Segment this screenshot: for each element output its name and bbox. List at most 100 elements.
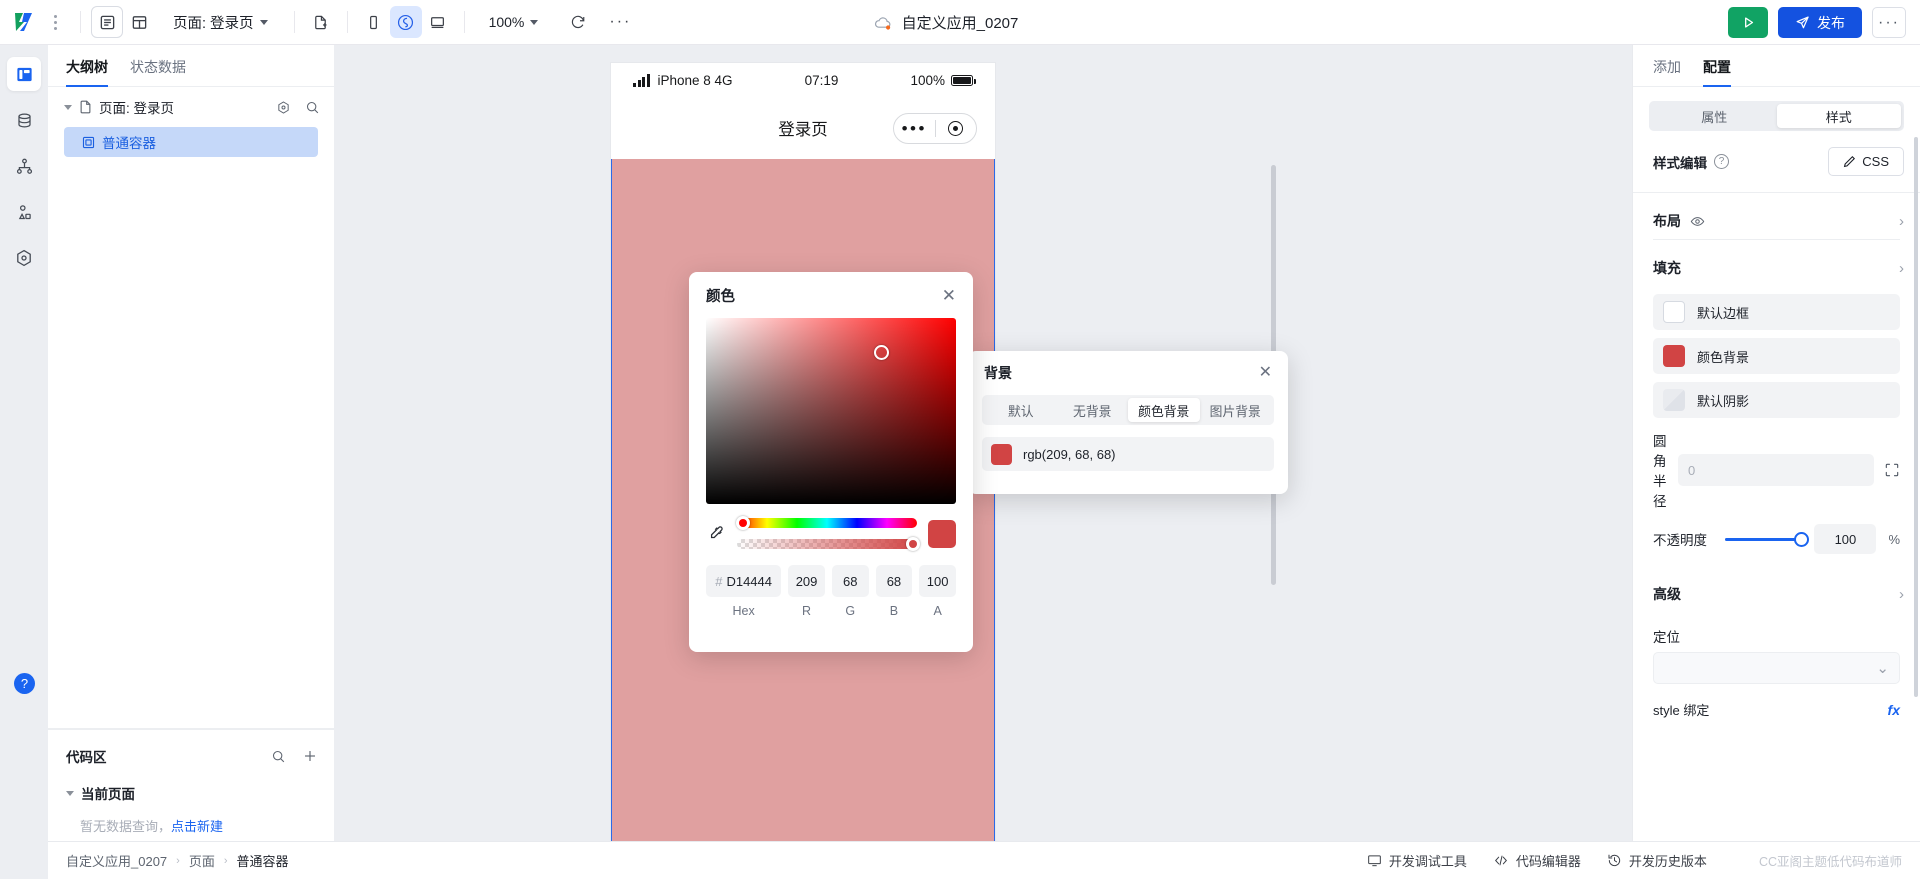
chevron-right-icon[interactable]: › <box>1899 213 1904 230</box>
segment-properties[interactable]: 属性 <box>1652 104 1777 128</box>
sidebar-item-pages[interactable] <box>7 57 41 91</box>
pencil-icon <box>1844 155 1856 168</box>
position-select[interactable]: ⌄ <box>1653 652 1900 684</box>
sidebar-item-flow[interactable] <box>7 149 41 183</box>
divider <box>463 11 465 33</box>
layout-section-header[interactable]: 布局 › <box>1633 193 1920 239</box>
saturation-handle[interactable] <box>874 345 889 360</box>
app-logo-icon[interactable] <box>0 0 48 45</box>
triangle-down-icon <box>64 104 72 110</box>
close-icon[interactable]: ✕ <box>942 287 956 304</box>
page-selector[interactable]: 页面: 登录页 <box>173 12 268 33</box>
close-icon[interactable]: ✕ <box>1259 365 1272 381</box>
chevron-down-icon: ⌄ <box>1876 660 1889 677</box>
segment-styles[interactable]: 样式 <box>1776 104 1901 128</box>
mobile-device-icon[interactable] <box>358 6 390 38</box>
alpha-handle[interactable] <box>906 537 920 551</box>
desktop-device-icon[interactable] <box>422 6 454 38</box>
eyedropper-icon[interactable] <box>706 525 726 542</box>
search-icon[interactable] <box>305 100 320 115</box>
tree-node-container[interactable]: 普通容器 <box>64 127 318 157</box>
search-icon[interactable] <box>271 749 286 764</box>
red-input[interactable]: 209 <box>788 565 825 597</box>
sidebar-item-data[interactable] <box>7 103 41 137</box>
refresh-icon[interactable] <box>562 6 594 38</box>
tree-root-toggle[interactable]: 页面: 登录页 <box>64 97 276 117</box>
alpha-label: A <box>933 604 942 618</box>
toolbar-overflow-button[interactable]: ··· <box>1872 7 1906 38</box>
sidebar-item-components[interactable] <box>7 195 41 229</box>
blue-input[interactable]: 68 <box>875 565 913 597</box>
question-circle-icon[interactable]: ? <box>1714 154 1729 169</box>
toolbar-actions: 发布 ··· <box>1728 0 1906 45</box>
style-edit-label: 样式编辑 <box>1653 155 1707 171</box>
new-page-icon[interactable] <box>305 6 337 38</box>
saturation-value-area[interactable] <box>706 318 956 504</box>
chevron-down-icon <box>259 19 268 25</box>
grip-dots-icon[interactable] <box>48 14 62 30</box>
sidebar-item-settings[interactable] <box>7 241 41 275</box>
tablet-device-icon[interactable] <box>389 6 422 38</box>
run-button[interactable] <box>1728 7 1768 38</box>
capsule-target-icon[interactable] <box>936 121 977 136</box>
code-group-current-page[interactable]: 当前页面 <box>48 774 334 812</box>
debug-tools-button[interactable]: 开发调试工具 <box>1367 851 1467 870</box>
code-editor-button[interactable]: 代码编辑器 <box>1493 851 1581 870</box>
bg-tab-color[interactable]: 颜色背景 <box>1128 398 1200 422</box>
fx-icon[interactable]: fx <box>1888 702 1900 718</box>
right-panel-scrollbar[interactable] <box>1914 137 1918 697</box>
css-button[interactable]: CSS <box>1828 147 1904 176</box>
tab-state-data[interactable]: 状态数据 <box>130 57 186 86</box>
bg-tab-image[interactable]: 图片背景 <box>1200 398 1272 422</box>
cloud-sync-icon[interactable] <box>873 13 893 33</box>
alpha-slider[interactable] <box>737 537 920 551</box>
divider <box>293 11 295 33</box>
opacity-value-input[interactable]: 100 <box>1814 524 1877 554</box>
code-empty-link[interactable]: 点击新建 <box>171 819 223 834</box>
zoom-level-label: 100% <box>488 14 525 30</box>
plus-icon[interactable] <box>302 748 318 764</box>
hue-handle[interactable] <box>736 516 750 530</box>
monitor-icon <box>1368 855 1381 867</box>
hue-slider[interactable] <box>736 516 917 530</box>
green-input[interactable]: 68 <box>831 565 869 597</box>
code-editor-label: 代码编辑器 <box>1515 854 1581 869</box>
expand-corners-icon[interactable] <box>1884 462 1900 478</box>
fill-section-header[interactable]: 填充 › <box>1633 240 1920 286</box>
history-versions-button[interactable]: 开发历史版本 <box>1607 851 1707 870</box>
outline-view-icon[interactable] <box>91 6 123 38</box>
alpha-input[interactable]: 100 <box>919 565 956 597</box>
tab-add[interactable]: 添加 <box>1653 57 1681 86</box>
eye-icon[interactable] <box>1690 214 1705 229</box>
background-color-swatch[interactable] <box>991 443 1012 465</box>
tree-root-row[interactable]: 页面: 登录页 <box>48 87 334 121</box>
bg-tab-default[interactable]: 默认 <box>985 398 1057 422</box>
opacity-slider-handle[interactable] <box>1794 531 1810 547</box>
corner-radius-input[interactable] <box>1678 454 1874 486</box>
advanced-section-header[interactable]: 高级 › <box>1633 554 1920 612</box>
fill-row-shadow[interactable]: 默认阴影 <box>1653 382 1900 418</box>
divider <box>346 11 348 33</box>
more-horizontal-icon[interactable]: ··· <box>604 6 636 38</box>
breadcrumb-item-app[interactable]: 自定义应用_0207 <box>66 851 167 870</box>
hex-input[interactable]: # D14444 <box>706 565 782 597</box>
background-color-value-row[interactable]: rgb(209, 68, 68) <box>982 437 1274 471</box>
bg-tab-none[interactable]: 无背景 <box>1057 398 1129 422</box>
chevron-right-icon[interactable]: › <box>1899 586 1904 603</box>
fill-row-border[interactable]: 默认边框 <box>1653 294 1900 330</box>
background-swatch[interactable] <box>1663 345 1685 367</box>
tab-outline-tree[interactable]: 大纲树 <box>66 57 108 87</box>
hexagon-settings-icon[interactable] <box>276 100 291 115</box>
help-button[interactable]: ? <box>14 673 35 694</box>
grid-view-icon[interactable] <box>123 6 155 38</box>
opacity-slider[interactable] <box>1725 531 1810 547</box>
zoom-selector[interactable]: 100% <box>489 14 539 30</box>
carrier-label: iPhone 8 4G <box>657 72 733 88</box>
tab-config[interactable]: 配置 <box>1703 57 1731 87</box>
chevron-right-icon[interactable]: › <box>1899 260 1904 277</box>
fill-row-background[interactable]: 颜色背景 <box>1653 338 1900 374</box>
breadcrumb-item-page[interactable]: 页面 <box>189 851 215 870</box>
capsule-more-icon[interactable]: ••• <box>894 120 935 137</box>
breadcrumb-item-container[interactable]: 普通容器 <box>237 851 289 870</box>
publish-button[interactable]: 发布 <box>1778 7 1862 38</box>
